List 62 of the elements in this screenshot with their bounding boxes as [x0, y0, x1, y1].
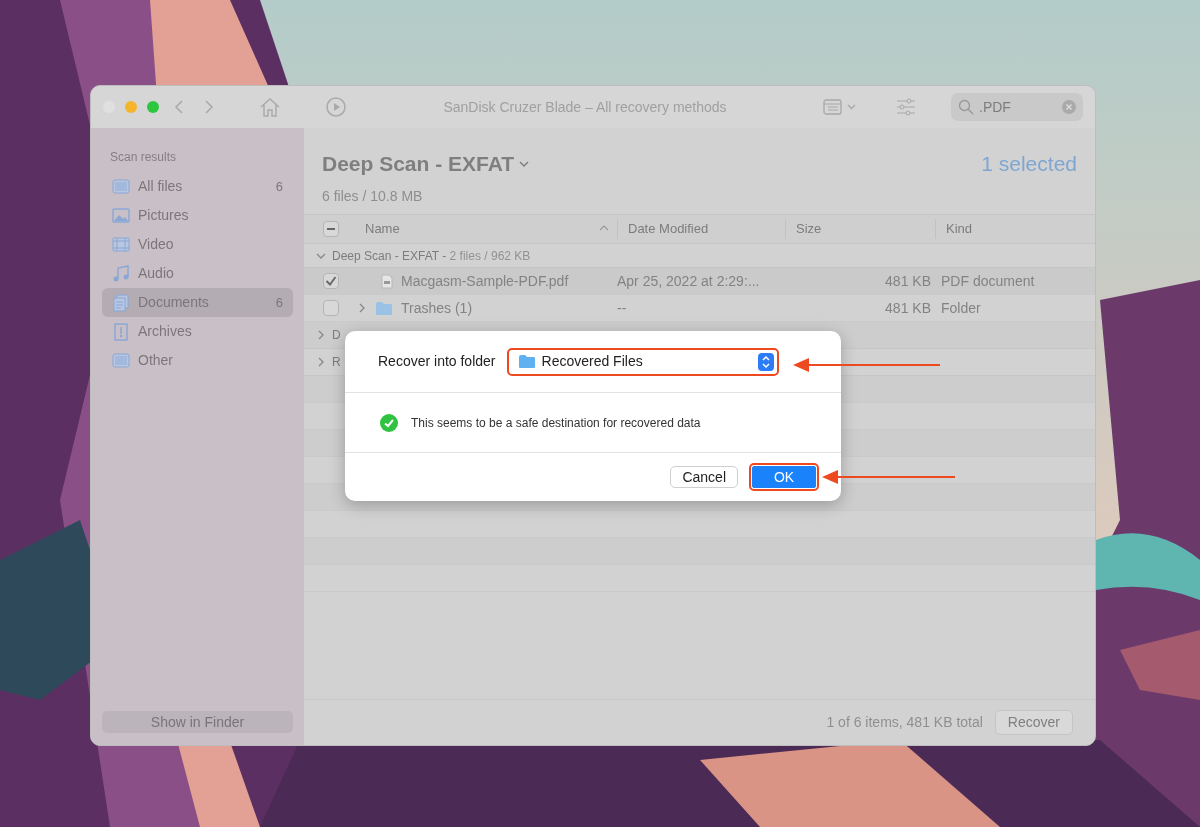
folder-icon	[517, 354, 536, 369]
filter-icon[interactable]	[895, 98, 917, 116]
sidebar-item[interactable]: Other	[102, 346, 293, 375]
home-icon[interactable]	[259, 96, 281, 118]
status-summary: 1 of 6 items, 481 KB total	[826, 713, 983, 732]
kind-cell-text: PDF document	[940, 271, 1036, 291]
sidebar-item[interactable]: All files 6	[102, 172, 293, 201]
size-cell-text: 481 KB	[884, 298, 932, 318]
ok-button[interactable]: OK	[752, 466, 816, 488]
picture-icon	[112, 206, 130, 225]
sidebar-item[interactable]: Video	[102, 230, 293, 259]
column-header[interactable]: Date Modified	[628, 221, 709, 237]
files-icon	[112, 351, 130, 370]
chevron-down-icon[interactable]	[518, 158, 531, 169]
cancel-button[interactable]: Cancel	[670, 466, 738, 488]
checkbox[interactable]	[322, 273, 339, 289]
archive-icon	[112, 322, 130, 341]
group-label: Deep Scan - EXFAT - 2 files / 962 KB	[332, 247, 531, 265]
sidebar-item[interactable]: Pictures	[102, 201, 293, 230]
recover-button[interactable]: Recover	[994, 710, 1073, 735]
document-icon	[381, 273, 393, 289]
sidebar-heading: Scan results	[109, 149, 178, 166]
chevron-right-icon[interactable]	[357, 303, 367, 313]
file-name: Trashes (1)	[401, 298, 473, 318]
date-cell-text: --	[617, 298, 628, 318]
clear-icon[interactable]	[1062, 100, 1076, 114]
size-cell-text: 481 KB	[884, 271, 932, 291]
sidebar-item[interactable]: Audio	[102, 259, 293, 288]
documents-icon	[112, 293, 130, 312]
sidebar-item[interactable]: Archives	[102, 317, 293, 346]
chevron-right-icon[interactable]	[316, 357, 326, 367]
scan-summary: 6 files / 10.8 MB	[322, 186, 424, 206]
column-header[interactable]: Size	[796, 221, 822, 237]
scan-title: Deep Scan - EXFAT	[322, 151, 515, 177]
zoom-button[interactable]	[147, 101, 159, 113]
select-all-checkbox[interactable]	[322, 221, 339, 237]
search-icon	[958, 99, 974, 115]
file-name: Macgasm-Sample-PDF.pdf	[401, 271, 569, 291]
group-label: R	[332, 354, 341, 371]
minimize-button[interactable]	[125, 101, 137, 113]
item-count: 6	[275, 177, 283, 196]
checkbox[interactable]	[322, 300, 339, 316]
folder-icon	[375, 300, 393, 316]
group-label: D	[332, 327, 341, 344]
selection-count: 1 selected	[981, 151, 1077, 177]
sort-icon[interactable]	[599, 224, 609, 233]
calendar-icon[interactable]	[823, 98, 857, 116]
checkmark-icon	[380, 413, 398, 432]
column-header[interactable]: Name	[365, 221, 400, 237]
play-icon[interactable]	[325, 96, 347, 118]
column-header[interactable]: Kind	[946, 221, 973, 237]
kind-cell-text: Folder	[940, 298, 982, 318]
files-icon	[112, 177, 130, 196]
date-cell-text: Apr 25, 2022 at 2:29:...	[617, 271, 761, 291]
field-label: Recover into folder	[378, 352, 496, 371]
search-field[interactable]: .PDF	[951, 93, 1083, 121]
status-message: This seems to be a safe destination for recovered data	[411, 414, 701, 432]
music-icon	[112, 264, 130, 283]
chevron-right-icon[interactable]	[316, 330, 326, 340]
show-in-finder-button[interactable]: Show in Finder	[102, 711, 293, 733]
film-icon	[112, 235, 130, 254]
stepper-icon	[757, 352, 774, 371]
